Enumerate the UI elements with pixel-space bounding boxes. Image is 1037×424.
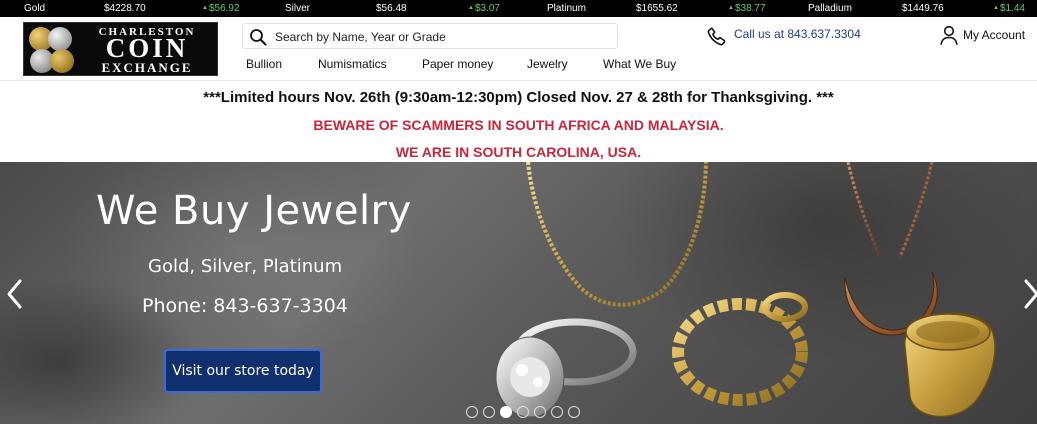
- logo-line-3: EXCHANGE: [101, 60, 193, 75]
- visit-store-button[interactable]: Visit our store today: [164, 349, 322, 393]
- phone-icon: [707, 27, 726, 46]
- ticker-palladium-label: Palladium: [808, 3, 852, 14]
- hero-phone: Phone: 843-637-3304: [142, 295, 348, 317]
- carousel-dot-3[interactable]: [500, 406, 512, 418]
- announcement-banner: ***Limited hours Nov. 26th (9:30am-12:30…: [0, 82, 1037, 162]
- ticker-platinum-change: $38.77: [728, 3, 766, 14]
- search-icon[interactable]: [249, 28, 267, 46]
- site-logo[interactable]: CHARLESTON COIN EXCHANGE: [23, 22, 218, 76]
- carousel-dot-7[interactable]: [568, 406, 580, 418]
- ticker-platinum-label: Platinum: [547, 3, 586, 14]
- site-header: CHARLESTON COIN EXCHANGE Bullion Numisma…: [0, 17, 1037, 81]
- jewelry-image: [495, 162, 996, 418]
- search-input[interactable]: [275, 27, 605, 46]
- user-icon: [940, 25, 958, 45]
- scam-warning-notice: BEWARE OF SCAMMERS IN SOUTH AFRICA AND M…: [313, 117, 724, 133]
- carousel-dot-5[interactable]: [534, 406, 546, 418]
- carousel-indicators: [466, 406, 580, 418]
- coin-silver-icon: [48, 27, 72, 51]
- carousel-dot-4[interactable]: [517, 406, 529, 418]
- ticker-gold-change: $56.92: [202, 3, 240, 14]
- ticker-gold-price: $4228.70: [104, 3, 146, 14]
- ticker-silver-price: $56.48: [376, 3, 407, 14]
- call-label: Call us at 843.637.3304: [734, 27, 861, 41]
- nav-item-numismatics[interactable]: Numismatics: [318, 57, 387, 71]
- nav-item-jewelry[interactable]: Jewelry: [527, 57, 568, 71]
- carousel-next-icon[interactable]: [1020, 277, 1037, 311]
- carousel-dot-1[interactable]: [466, 406, 478, 418]
- nav-item-bullion[interactable]: Bullion: [246, 57, 282, 71]
- ticker-silver-change: $3.07: [468, 3, 500, 14]
- ticker-silver-label: Silver: [285, 3, 311, 14]
- carousel-dot-2[interactable]: [483, 406, 495, 418]
- holiday-hours-notice: ***Limited hours Nov. 26th (9:30am-12:30…: [203, 89, 834, 106]
- search-box: [242, 23, 618, 49]
- coin-gold-2-icon: [50, 49, 74, 73]
- hero-subtitle: Gold, Silver, Platinum: [148, 256, 343, 277]
- carousel-prev-icon[interactable]: [4, 277, 26, 311]
- nav-item-what-we-buy[interactable]: What We Buy: [603, 57, 676, 71]
- ticker-palladium-price: $1449.76: [902, 3, 944, 14]
- nav-item-paper-money[interactable]: Paper money: [422, 57, 493, 71]
- logo-line-2: COIN: [105, 33, 189, 63]
- carousel-dot-6[interactable]: [551, 406, 563, 418]
- ticker-platinum-price: $1655.62: [636, 3, 678, 14]
- ticker-palladium-change: $1.44: [993, 3, 1025, 14]
- ticker-gold-label: Gold: [24, 3, 46, 14]
- my-account-label: My Account: [963, 28, 1026, 42]
- price-ticker: Gold $4228.70 $56.92 Silver $56.48 $3.07…: [0, 0, 1037, 17]
- hero-title: We Buy Jewelry: [96, 188, 412, 234]
- location-notice: WE ARE IN SOUTH CAROLINA, USA.: [395, 144, 642, 160]
- hero-carousel: We Buy Jewelry Gold, Silver, Platinum Ph…: [0, 162, 1037, 424]
